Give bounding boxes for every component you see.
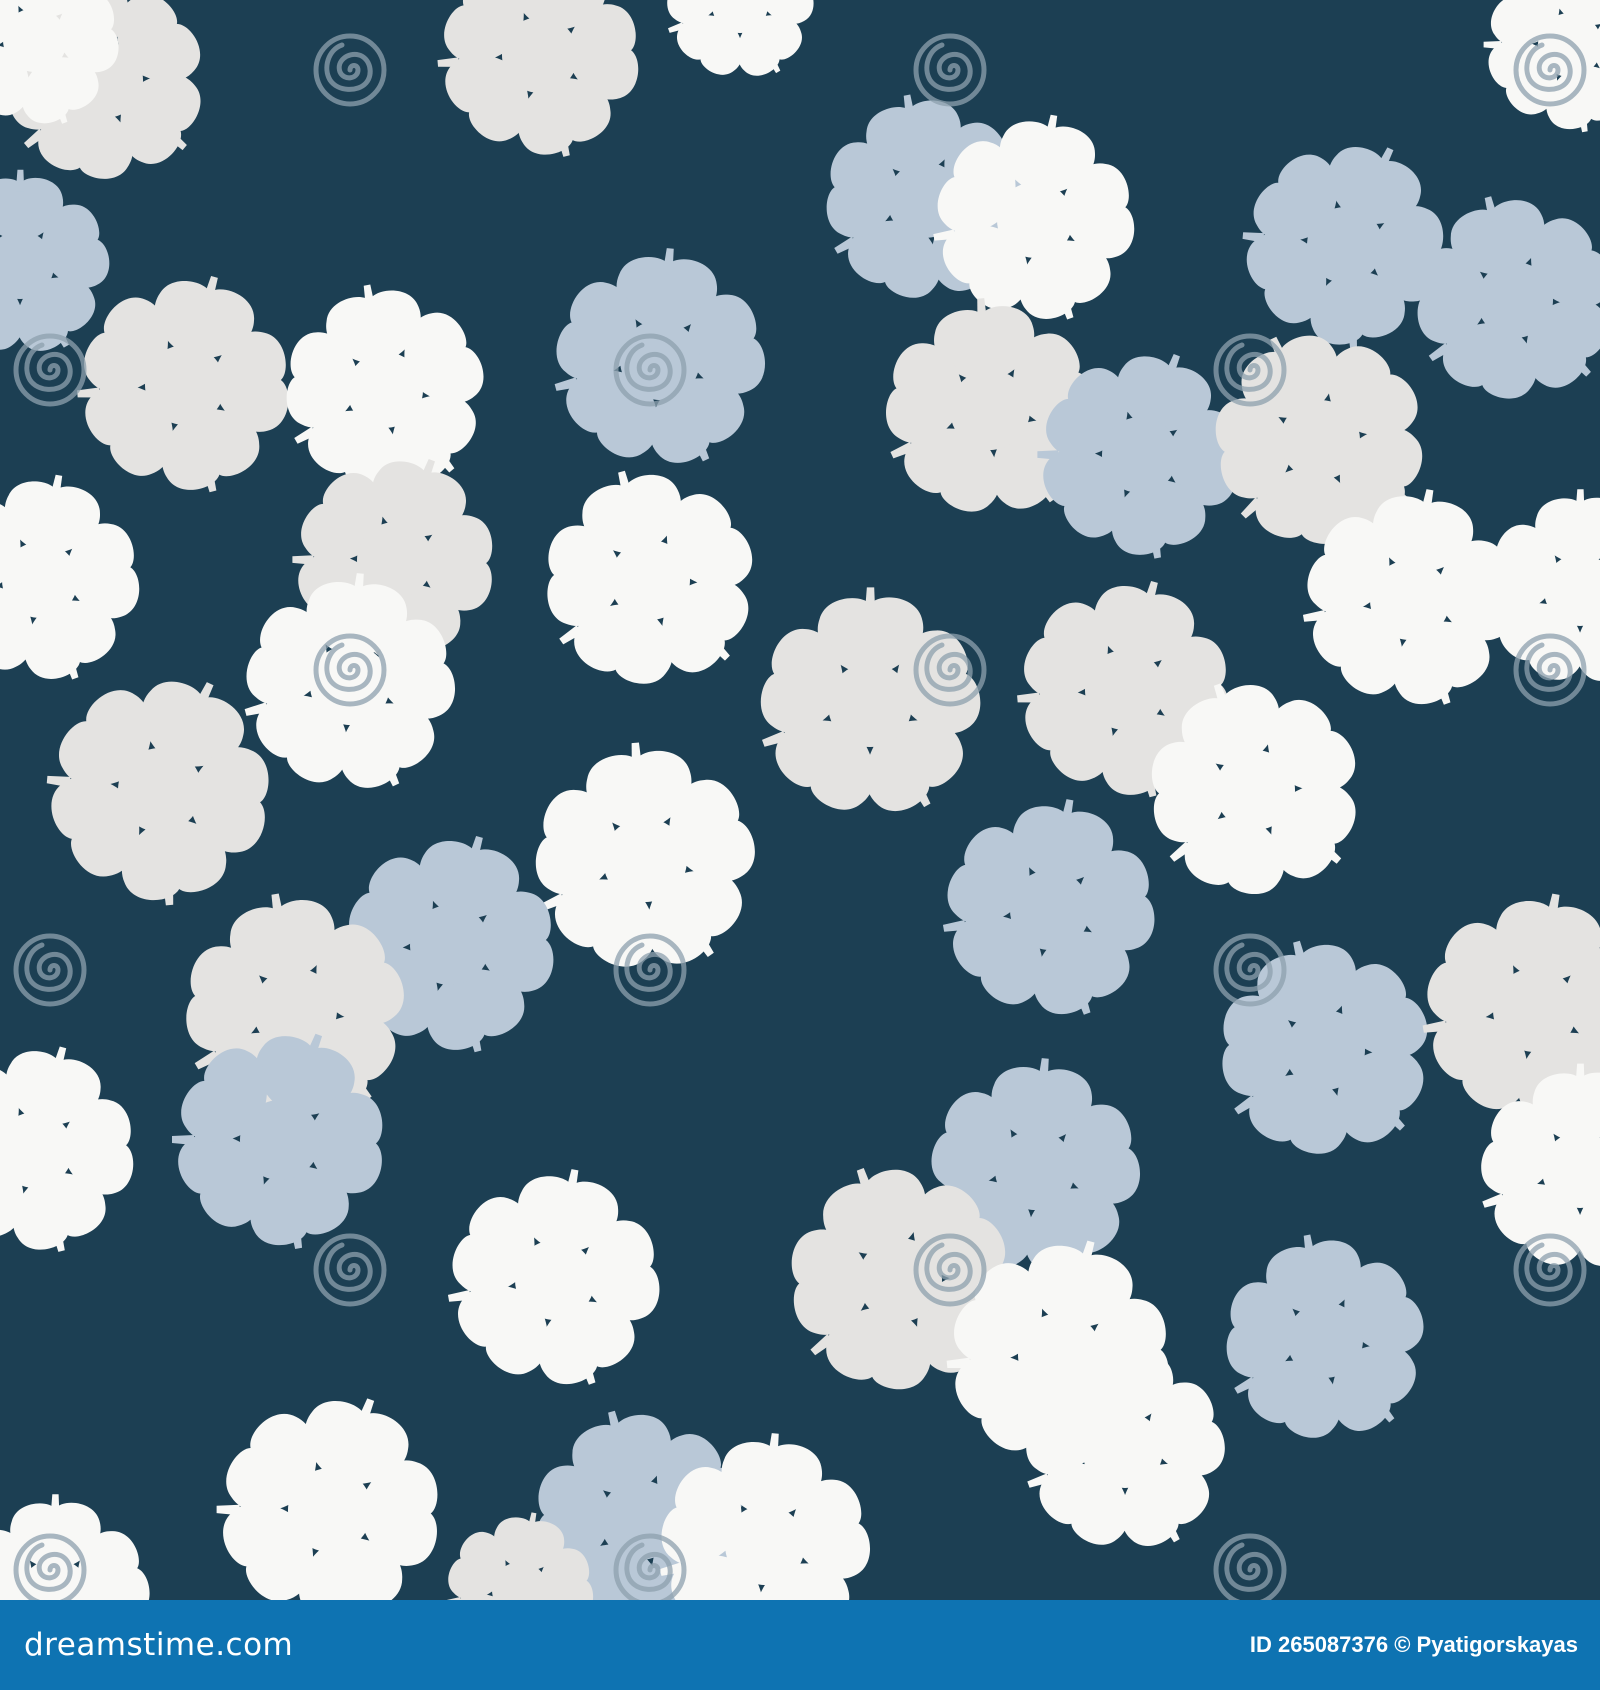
footer-credit: ID 265087376 © Pyatigorskayas — [1250, 1632, 1578, 1658]
image-id: ID 265087376 — [1249, 1632, 1389, 1657]
footer-bar: dreamstime.com ID 265087376 © Pyatigorsk… — [0, 1600, 1600, 1690]
floral-pattern-canvas — [0, 0, 1600, 1600]
image-author: © Pyatigorskayas — [1394, 1632, 1578, 1657]
footer-logo[interactable]: dreamstime.com — [24, 1627, 293, 1663]
floral-pattern — [0, 0, 1600, 1600]
stock-image: dreamstime.com ID 265087376 © Pyatigorsk… — [0, 0, 1600, 1690]
